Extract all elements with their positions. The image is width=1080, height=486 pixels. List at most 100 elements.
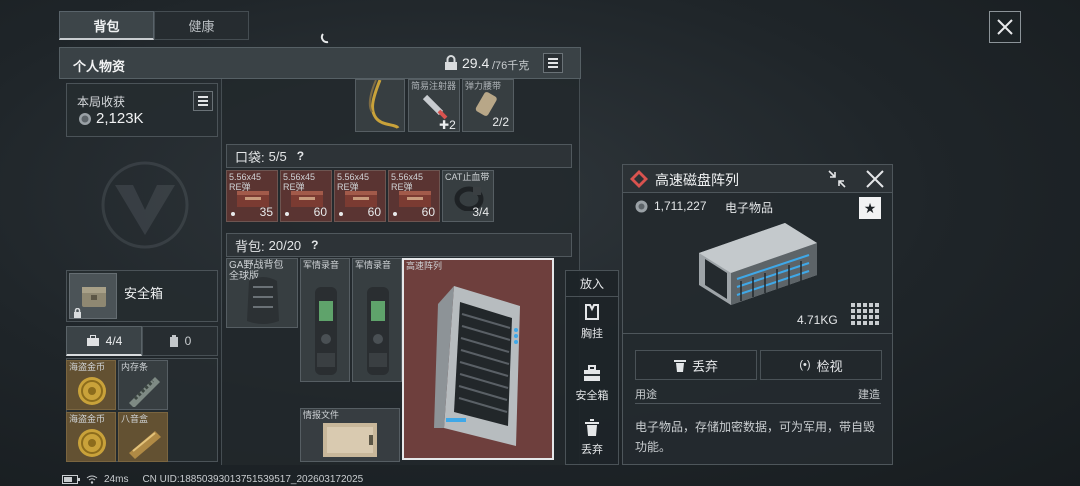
backpack-item-disk-array[interactable]: 高速阵列 [402, 258, 554, 460]
put-in-chest-rig-label: 胸挂 [581, 328, 603, 340]
put-in-discard[interactable]: 丢弃 [566, 419, 618, 465]
backpack-item-intel-file[interactable]: 情报文件 [300, 408, 400, 462]
status-dot [231, 212, 235, 216]
vest-icon [585, 304, 599, 320]
safebox-tab-items[interactable]: 4/4 [66, 326, 142, 356]
coin-icon [635, 200, 648, 213]
backpack-item-ga-pack[interactable]: GA野战背包 全球版 [226, 258, 298, 328]
harvest-panel: 本局收获 2,123K [66, 83, 218, 137]
briefcase-icon [584, 365, 600, 381]
music-box-icon [129, 431, 161, 459]
weight-max: /76千克 [492, 60, 530, 72]
item-count: 3/4 [472, 205, 489, 219]
backpack-item-recorder-2[interactable]: 军情录音 [352, 258, 402, 382]
item-name: 高速阵列 [406, 261, 443, 271]
detail-close-icon[interactable] [865, 169, 885, 189]
canister-icon [169, 334, 178, 347]
safebox-panel[interactable]: 安全箱 [66, 270, 218, 322]
backpack-help-icon[interactable]: ? [311, 238, 318, 252]
inspect-label: 检视 [816, 358, 843, 374]
tab-health-label: 健康 [188, 19, 215, 34]
tab-bar: 背包 健康 [59, 11, 249, 40]
safebox-count2: 0 [184, 334, 192, 348]
put-in-discard-label: 丢弃 [581, 444, 603, 456]
trash-icon [585, 419, 599, 436]
backpack-count: 20/20 [268, 237, 302, 253]
inspect-button[interactable]: (•) 检视 [760, 350, 882, 380]
voice-recorder-icon [315, 287, 337, 375]
safebox-tab-other[interactable]: 0 [142, 326, 218, 356]
top-item-rope[interactable] [355, 79, 405, 132]
put-in-title: 放入 [566, 271, 618, 297]
ram-stick-icon [129, 377, 160, 407]
item-name: 八音盒 [121, 414, 149, 424]
safebox-item-coin-2[interactable]: 海盗金币 [66, 412, 116, 462]
tab-backpack[interactable]: 背包 [59, 11, 154, 40]
safebox-slot[interactable] [69, 273, 117, 319]
tab-health[interactable]: 健康 [154, 11, 249, 40]
item-name: 海盗金币 [69, 414, 106, 424]
item-description: 电子物品，存储加密数据，可为军用，带自毁功能。 [635, 420, 876, 454]
safebox-count: 4/4 [105, 333, 123, 348]
pocket-item-tourniquet[interactable]: CAT止血带 3/4 [442, 170, 494, 222]
injector-count: ✚2 [439, 118, 456, 132]
coin-icon [79, 113, 91, 125]
discard-label: 丢弃 [691, 358, 718, 374]
briefcase-icon [86, 334, 99, 346]
uid-text: CN UID:18850393013751539517_202603172025 [142, 473, 364, 485]
item-count: 60 [367, 205, 381, 219]
close-icon [997, 19, 1013, 35]
put-in-safebox[interactable]: 安全箱 [566, 365, 618, 413]
safebox-item-coin-1[interactable]: 海盗金币 [66, 360, 116, 410]
pocket-item-ammo-2[interactable]: 5.56x45 RE弹 60 [280, 170, 332, 222]
safebox-item-music-box[interactable]: 八音盒 [118, 412, 168, 462]
safebox-icon [82, 287, 106, 307]
pocket-label: 口袋: [235, 149, 265, 165]
pocket-item-ammo-4[interactable]: 5.56x45 RE弹 60 [388, 170, 440, 222]
safebox-tabs: 4/4 0 [66, 326, 218, 356]
lock-icon [74, 308, 81, 318]
pocket-help-icon[interactable]: ? [297, 149, 304, 163]
backpack-label: 背包: [235, 238, 265, 254]
harvest-list-button[interactable] [193, 91, 213, 111]
top-item-elastic-belt[interactable]: 弹力腰带 2/2 [462, 79, 514, 132]
pocket-item-ammo-1[interactable]: 5.56x45 RE弹 35 [226, 170, 278, 222]
item-name: 简易注射器 [411, 81, 457, 91]
injector-icon [422, 94, 448, 120]
divider [635, 403, 881, 404]
backpack-icon [247, 277, 279, 324]
sort-list-button[interactable] [543, 53, 563, 73]
put-in-chest-rig[interactable]: 胸挂 [566, 303, 618, 351]
favorite-button[interactable]: ★ [859, 197, 881, 219]
item-size-grid-icon [851, 303, 879, 325]
injector-count-value: 2 [449, 118, 456, 132]
ping-value: 24ms [104, 473, 129, 485]
backpack-item-recorder-1[interactable]: 军情录音 [300, 258, 350, 382]
discard-button[interactable]: 丢弃 [635, 350, 757, 380]
collapse-icon[interactable] [827, 169, 847, 189]
backpack-header: 背包: 20/20 ? [226, 233, 572, 257]
harvest-label: 本局收获 [77, 95, 126, 109]
item-detail-panel: 高速磁盘阵列 1,711,227 电子物品 ★ 4.71KG 丢弃 (•) 检视… [622, 164, 893, 465]
top-item-injector[interactable]: 简易注射器 ✚2 [408, 79, 460, 132]
safebox-label: 安全箱 [124, 286, 164, 301]
detail-weight: 4.71KG [797, 313, 838, 327]
personal-supplies-title: 个人物资 [73, 59, 126, 74]
detail-header: 高速磁盘阵列 [623, 165, 892, 193]
status-dot [285, 212, 289, 216]
safebox-item-ram[interactable]: 内存条 [118, 360, 168, 410]
pocket-item-ammo-3[interactable]: 5.56x45 RE弹 60 [334, 170, 386, 222]
folder-icon [323, 423, 377, 457]
harvest-value: 2,123K [96, 110, 144, 127]
rarity-diamond-icon [630, 170, 648, 188]
gold-coin-icon [78, 377, 106, 405]
inspect-icon: (•) [799, 359, 811, 371]
rope-icon [368, 80, 400, 130]
item-name: 军情录音 [355, 260, 392, 270]
loading-spinner-icon [320, 33, 329, 44]
status-dot [339, 212, 343, 216]
star-icon: ★ [863, 199, 877, 216]
belt-count: 2/2 [492, 115, 509, 129]
close-button[interactable] [989, 11, 1021, 43]
detail-item-image [699, 223, 817, 305]
